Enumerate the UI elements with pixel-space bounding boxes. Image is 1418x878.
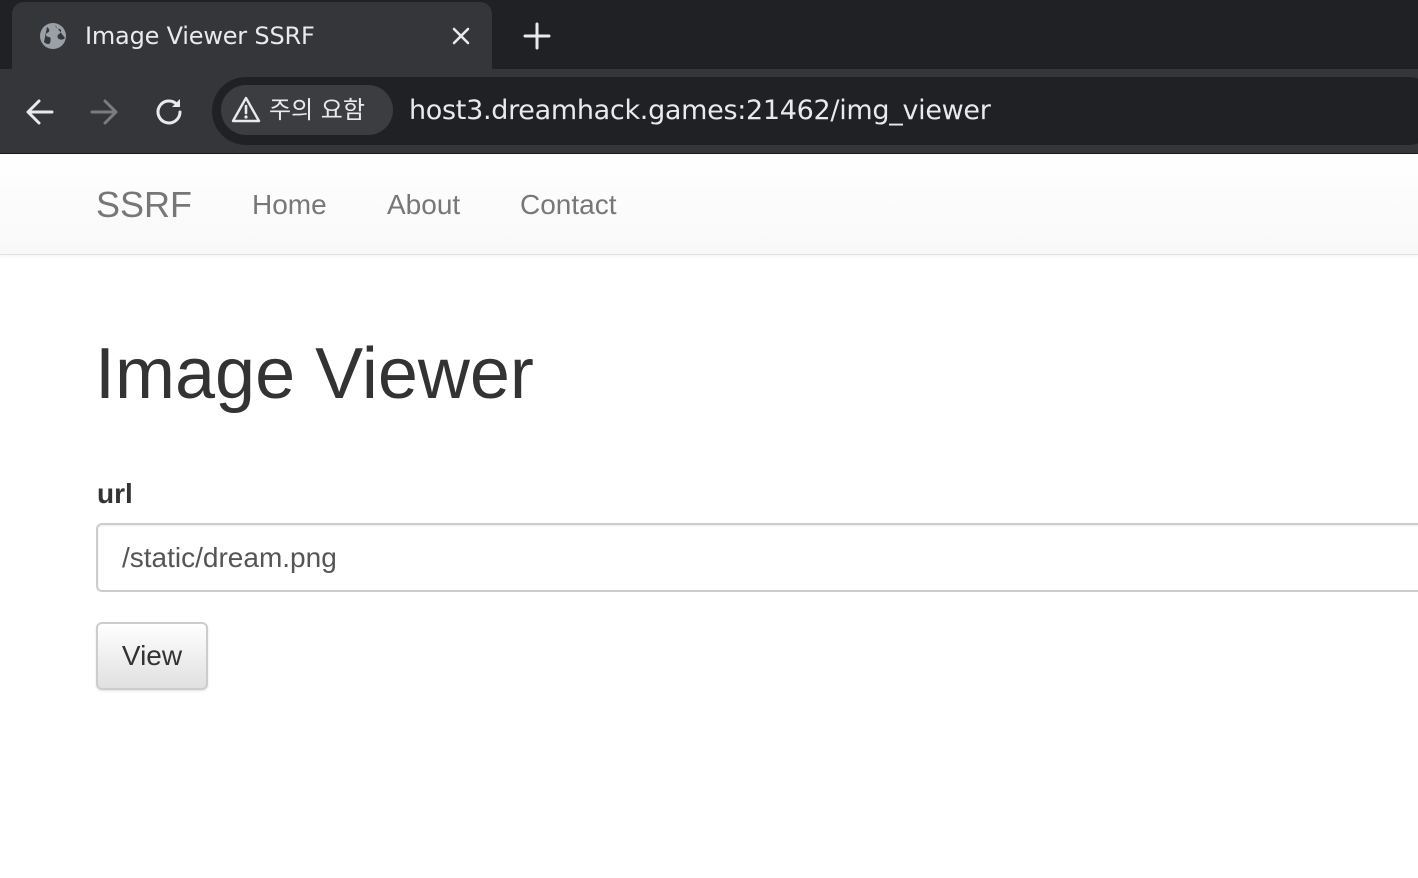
browser-tabstrip: Image Viewer SSRF bbox=[0, 0, 1418, 69]
warning-icon bbox=[231, 95, 261, 125]
nav-link-about[interactable]: About bbox=[387, 188, 460, 222]
forward-arrow-icon[interactable] bbox=[84, 92, 124, 132]
view-button[interactable]: View bbox=[96, 622, 208, 690]
url-text[interactable]: host3.dreamhack.games:21462/img_viewer bbox=[409, 94, 991, 128]
browser-tab[interactable]: Image Viewer SSRF bbox=[12, 2, 492, 69]
reload-icon[interactable] bbox=[149, 92, 189, 132]
page-title: Image Viewer bbox=[95, 334, 534, 414]
security-label: 주의 요함 bbox=[269, 96, 365, 124]
security-chip[interactable]: 주의 요함 bbox=[221, 85, 393, 135]
nav-link-contact[interactable]: Contact bbox=[520, 188, 617, 222]
back-arrow-icon[interactable] bbox=[20, 92, 60, 132]
address-bar[interactable]: 주의 요함 host3.dreamhack.games:21462/img_vi… bbox=[212, 77, 1418, 145]
tab-title: Image Viewer SSRF bbox=[85, 22, 315, 50]
url-label: url bbox=[97, 478, 133, 509]
globe-icon bbox=[38, 21, 68, 51]
close-icon[interactable] bbox=[448, 23, 474, 49]
browser-toolbar: 주의 요함 host3.dreamhack.games:21462/img_vi… bbox=[0, 69, 1418, 154]
nav-link-home[interactable]: Home bbox=[252, 188, 327, 222]
new-tab-button[interactable] bbox=[518, 17, 556, 55]
site-navbar: SSRF Home About Contact bbox=[0, 155, 1418, 255]
navbar-brand[interactable]: SSRF bbox=[96, 185, 192, 225]
url-input[interactable] bbox=[96, 523, 1418, 592]
